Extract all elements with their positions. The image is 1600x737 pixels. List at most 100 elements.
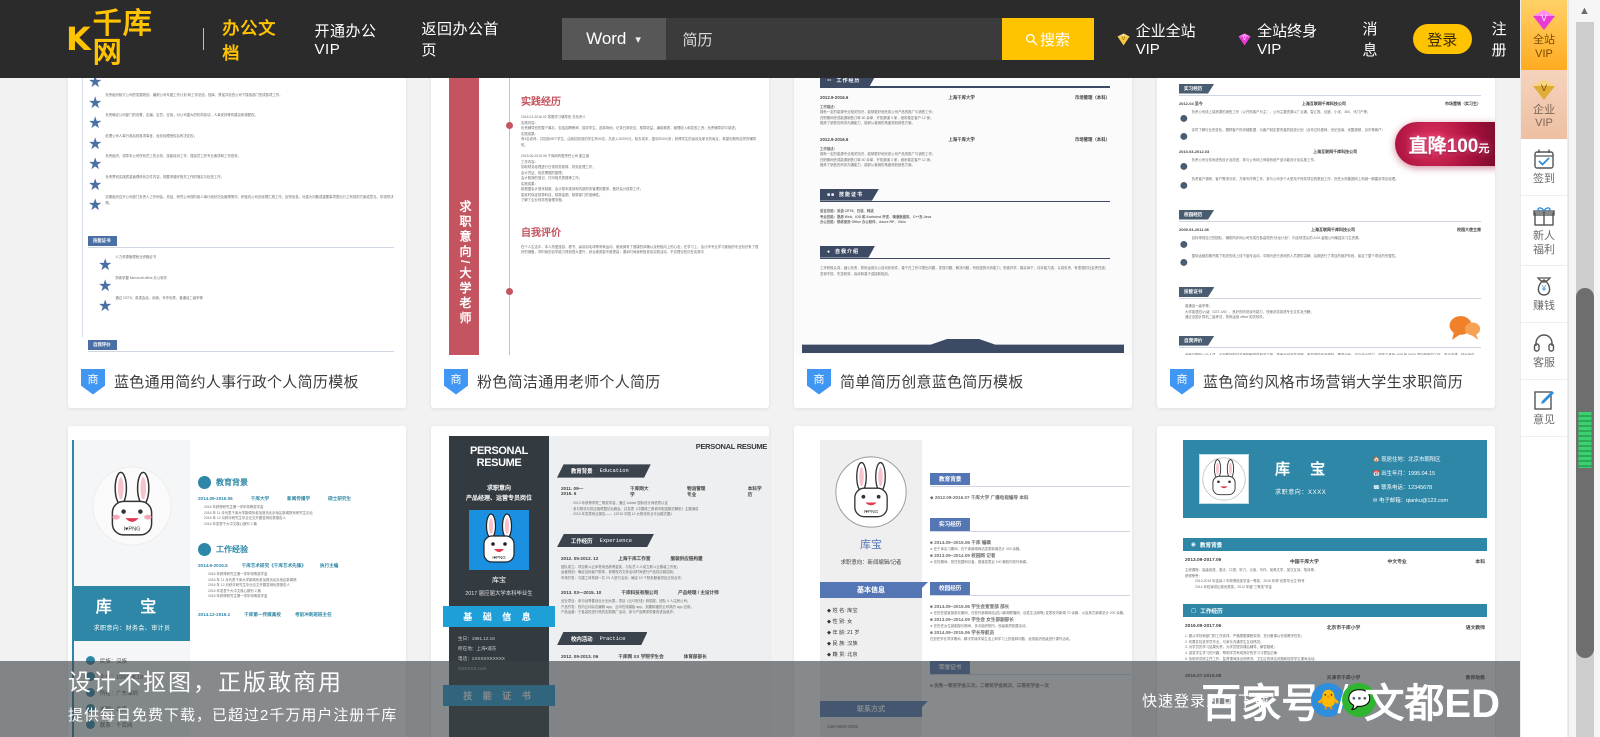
rail-item-earn-money[interactable]: ¥ 赚钱 [1521,266,1567,323]
search-input[interactable] [665,18,1002,60]
rail-label: 客服 [1533,357,1555,369]
promo-badge-text: 直降100 [1408,135,1479,157]
doc-section-heading: 实习经历 [930,518,971,531]
doc-section-heading: 技能证书 [88,236,117,246]
commercial-badge-icon: 商 [444,368,468,395]
info-line: 民 族: 汉族 [832,640,858,647]
svg-text:V: V [1121,35,1125,41]
chat-bubble-icon[interactable] [1447,313,1481,343]
info-line: 年 龄: 21 岁 [832,629,860,636]
info-line: 所在地：上海•浦东 [458,646,497,652]
template-card[interactable]: 2014.07-至今 上海合法科技有限公司 人事行政主管 ★监督执行公司的各项规… [68,78,406,408]
doc-section-heading: ▢ 工作经历 [1183,604,1487,618]
login-button[interactable]: 登录 [1412,24,1472,54]
doc-section-heading: 工作经验 [216,545,248,555]
diamond-icon: V [1533,79,1555,100]
rail-label-l2: VIP [1535,117,1553,130]
template-card[interactable]: I♥PNG 库 宝 求职意向：财务会、审计员 民族：汉族 生日：1990.08.… [68,426,406,737]
contact-birth-row: 📅 出生年月：1995.04.15 [1373,470,1436,477]
doc-bullet: 负责组织制订公司的发展规划，编报公司年度工作计划 和工作总结，指挥、督促并检查公… [105,92,283,97]
header-divider [202,28,205,50]
site-logo[interactable]: K 千库网 [66,10,177,68]
messages-link[interactable]: 消息 [1363,18,1391,60]
search-type-label: Word [586,29,627,48]
doc-line: 有4名老师，共招收68个学生，由我招收到的学生有30名；共收入30200元，除去… [521,137,757,147]
logo-text: 千库网 [92,8,153,69]
card-title[interactable]: 蓝色通用简约人事行政个人简历模板 [114,371,359,392]
doc-line: 2014 年校演讲比赛优秀奖、2012 年度“三等奖”学金 [1195,584,1272,589]
nav-office-docs[interactable]: 办公文档 [222,14,290,64]
doc-section-heading: 实习经历 [1179,83,1215,94]
rail-item-checkin[interactable]: 签到 [1521,139,1567,196]
info-line: 姓 名: 库宝 [832,608,858,614]
rail-item-customer-service[interactable]: 客服 [1521,323,1567,380]
svg-text:I♥PNG: I♥PNG [864,509,879,515]
info-line: 民族：汉族 [100,658,127,665]
resume-preview: ☷ 工作经历 2012.9-2016.6 上海千库大学 市场管理（本科） 工作描… [794,78,1132,355]
doc-section-heading: 技 能 证 书 [443,684,555,706]
card-title[interactable]: 粉色简洁通用老师个人简历 [477,371,661,392]
doc-section-heading: 校园经历 [1179,209,1215,220]
job-company: 上海互联网千库科技公司 [1301,100,1346,106]
pencil-note-icon [1534,390,1554,410]
doc-bullet: 熟练掌握 Microsoft office 办公软件 [115,275,168,280]
info-line: 联系：千库网 [100,722,133,729]
template-thumbnail: 为学、国际市场营销 实习经历 2012-04 至今 上海互联网千库科技公司 市场… [1157,78,1495,355]
resume-sidebar: PERSONAL RESUME 求职意向 产品经理、运营专员岗位 I♥PNG 库… [443,436,555,737]
doc-bullet: 整体运营前期开展了相关的线上线下宣传活动，中期为进行咨询的人员提供讲解、后期进行… [1191,254,1399,259]
page-scrollbar[interactable]: ▲ [1568,0,1600,737]
card-title[interactable]: 蓝色简约风格市场营销大学生求职简历 [1203,371,1463,392]
rail-item-enterprise-vip[interactable]: V 企业 VIP [1521,69,1567,139]
enterprise-vip-link[interactable]: V 企业全站VIP [1116,20,1216,58]
rail-item-newcomer-benefit[interactable]: 新人 福利 [1521,196,1567,267]
candidate-name-block: 库 宝 求职意向：财务会、审计员 [74,586,190,641]
doc-line: 2014.09~2015.06 千库 编辑 [934,540,991,546]
job-company: 上海千库大学 [948,136,975,142]
rail-item-site-vip[interactable]: V 全站 VIP [1521,0,1567,70]
search-button[interactable]: 搜索 [1001,18,1094,60]
rail-label-l2: VIP [1535,47,1553,60]
diamond-icon: V [1238,32,1251,46]
nav-back-office-home[interactable]: 返回办公首页 [422,18,510,60]
nav-open-office-vip[interactable]: 开通办公VIP [315,20,398,58]
job-role: 市场管理（本科） [1074,94,1110,100]
template-card[interactable]: PERSONAL RESUME 求职意向 产品经理、运营专员岗位 I♥PNG 库… [431,426,769,737]
side-intent-label: 求职意向/大学老师 [458,200,472,327]
card-title[interactable]: 简单简历创意蓝色简历模板 [840,371,1024,392]
rail-label: 赚钱 [1533,300,1555,313]
doc-line: 服从学校和部门的工作安排，严格根据课程安排，充分备课以完成教学任务； [1188,634,1305,639]
search-type-select[interactable]: Word ▾ [561,18,666,60]
doc-section-heading: 自我评价 [521,227,561,239]
scroll-up-arrow-icon[interactable]: ▲ [1569,0,1600,22]
doc-section-heading: 工作经历 [571,538,593,545]
template-card[interactable]: ☷ 工作经历 2012.9-2016.6 上海千库大学 市场管理（本科） 工作描… [794,78,1132,408]
lifetime-vip-label: 全站终身VIP [1257,23,1318,58]
doc-section-heading: 联系方式 [820,700,928,717]
resume-preview: 库 宝 求职意向：XXXX 🏠 现居住地：北京市朝阳区 📅 出生年月：1995.… [1157,426,1495,737]
scrollbar-thumb[interactable] [1576,288,1594,658]
doc-section-heading: ◉ 教育背景 [1183,538,1487,552]
candidate-name: 库宝 [860,539,882,551]
doc-section-heading: 教育背景 [571,469,593,475]
promo-badge[interactable]: 直降100元 [1395,122,1495,166]
template-card[interactable]: 为学、国际市场营销 实习经历 2012-04 至今 上海互联网千库科技公司 市场… [1157,78,1495,408]
doc-bullet: 监督执行公司的各项规章制度和管理制度；制定公司各项管理制度、管理办法和各项作业流… [105,78,302,92]
avatar: I♥PNG [92,466,172,546]
template-thumbnail: PERSONAL RESUME 求职意向 产品经理、运营专员岗位 I♥PNG 库… [431,426,769,737]
rail-label: 签到 [1533,173,1555,185]
doc-section-heading: 自我评价 [1179,335,1215,346]
doc-section-heading: 教育背景 [930,472,971,486]
template-thumbnail: 求职意向/大学老师 主修课程：会计学原理（91分）、财务管理（95分）、中级财务… [431,78,769,355]
lifetime-vip-link[interactable]: V 全站终身VIP [1237,20,1337,58]
template-card[interactable]: 求职意向/大学老师 主修课程：会计学原理（91分）、财务管理（95分）、中级财务… [431,78,769,408]
commercial-badge-icon: 商 [81,368,105,395]
template-card[interactable]: 库 宝 求职意向：XXXX 🏠 现居住地：北京市朝阳区 📅 出生年月：1995.… [1157,426,1495,737]
register-link[interactable]: 注册 [1492,18,1520,60]
resume-brand: PERSONAL RESUME [470,445,528,469]
rail-label-l2: 福利 [1533,243,1555,256]
doc-bullet: 目标带领自己的团队，辅助同步网公司完成在各高校的“伏龙计划”，向全球顶尖的 AX… [1191,235,1362,240]
rail-item-feedback[interactable]: 意见 [1521,380,1567,437]
card-footer: 商 粉色简洁通用老师个人简历 [431,355,769,408]
card-footer: 商 蓝色简约风格市场营销大学生求职简历 [1157,355,1495,408]
template-card[interactable]: I♥PNG 库宝 求职意向：新闻编辑/记者 基本信息 ◆ 姓 名: 库宝 ◆ 性… [794,426,1132,737]
